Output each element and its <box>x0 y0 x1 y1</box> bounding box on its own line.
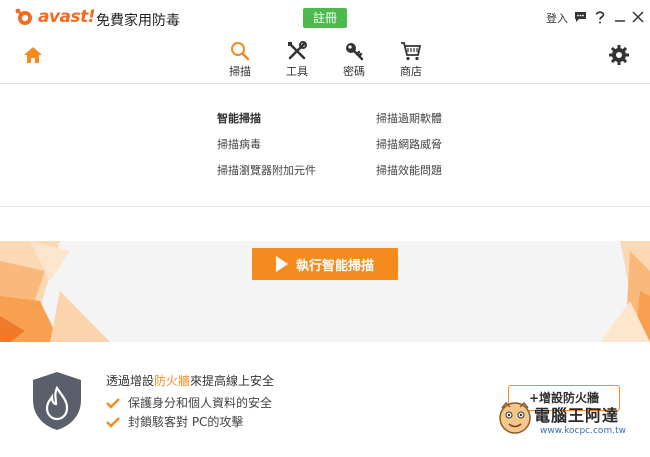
benefit-item: 保護身分和個人資料的安全 <box>106 394 272 411</box>
menu-item-smart-scan[interactable]: 智能掃描 <box>217 111 316 137</box>
search-icon <box>231 42 250 61</box>
firewall-promo: 透過增設防火牆來提高線上安全 保護身分和個人資料的安全 封鎖駭客對 PC的攻擊 … <box>0 342 650 457</box>
scan-banner: 執行智能掃描 <box>0 241 650 342</box>
help-icon[interactable] <box>592 9 608 25</box>
menu-item-performance-issues[interactable]: 掃描效能問題 <box>376 163 442 189</box>
nav-item-passwords[interactable]: 密碼 <box>334 40 374 79</box>
nav-label-store: 商店 <box>400 65 422 78</box>
nav-label-tools: 工具 <box>286 65 308 78</box>
title-bar: avast! 免費家用防毒 註冊 登入 <box>0 0 650 36</box>
nav-label-scan: 掃描 <box>229 65 251 78</box>
login-link[interactable]: 登入 <box>546 10 568 26</box>
nav-item-store[interactable]: 商店 <box>391 40 431 79</box>
promo-title: 透過增設防火牆來提高線上安全 <box>106 372 274 389</box>
menu-item-network-threats[interactable]: 掃描網路威脅 <box>376 137 442 163</box>
key-icon <box>346 43 364 61</box>
check-icon <box>106 397 120 409</box>
register-button[interactable]: 註冊 <box>303 8 347 28</box>
watermark-mascot-icon <box>499 401 531 434</box>
tools-icon <box>288 41 307 60</box>
promo-title-suffix: 來提高線上安全 <box>190 374 275 388</box>
main-nav: 掃描 工具 密碼 商店 <box>0 36 650 84</box>
nav-item-scan[interactable]: 掃描 <box>220 40 260 79</box>
benefit-text: 封鎖駭客對 PC的攻擊 <box>128 415 244 429</box>
run-smart-scan-button[interactable]: 執行智能掃描 <box>252 248 398 280</box>
home-icon[interactable] <box>22 44 44 66</box>
play-icon <box>275 256 288 272</box>
run-smart-scan-label: 執行智能掃描 <box>295 258 374 274</box>
cart-icon <box>401 42 422 61</box>
scan-menu-panel: 智能掃描 掃描病毒 掃描瀏覽器附加元件 掃描過期軟體 掃描網路威脅 掃描效能問題 <box>0 85 650 207</box>
firewall-shield-icon <box>33 372 81 430</box>
minimize-icon[interactable] <box>612 9 628 25</box>
scan-menu-left-column: 智能掃描 掃描病毒 掃描瀏覽器附加元件 <box>217 111 316 189</box>
watermark-text: 電腦王阿達 <box>534 406 620 425</box>
close-icon[interactable] <box>630 9 646 25</box>
menu-item-outdated-software[interactable]: 掃描過期軟體 <box>376 111 442 137</box>
app-title: 免費家用防毒 <box>96 13 180 29</box>
benefit-item: 封鎖駭客對 PC的攻擊 <box>106 413 243 430</box>
promo-title-prefix: 透過增設 <box>106 374 155 388</box>
benefit-text: 保護身分和個人資料的安全 <box>128 396 273 410</box>
scan-menu-right-column: 掃描過期軟體 掃描網路威脅 掃描效能問題 <box>376 111 442 189</box>
menu-item-virus-scan[interactable]: 掃描病毒 <box>217 137 316 163</box>
settings-gear-icon[interactable] <box>608 44 630 66</box>
nav-label-passwords: 密碼 <box>343 65 365 78</box>
chat-icon[interactable] <box>572 9 588 25</box>
promo-title-highlight: 防火牆 <box>154 374 191 388</box>
nav-item-tools[interactable]: 工具 <box>277 40 317 79</box>
watermark-url: www.kocpc.com.tw <box>540 426 626 436</box>
avast-wordmark: avast! <box>38 7 96 27</box>
site-watermark: 電腦王阿達 www.kocpc.com.tw <box>494 398 644 444</box>
check-icon <box>106 416 120 428</box>
menu-item-browser-addons[interactable]: 掃描瀏覽器附加元件 <box>217 163 316 189</box>
avast-logo: avast! <box>14 6 96 28</box>
avast-logo-icon <box>15 8 32 25</box>
